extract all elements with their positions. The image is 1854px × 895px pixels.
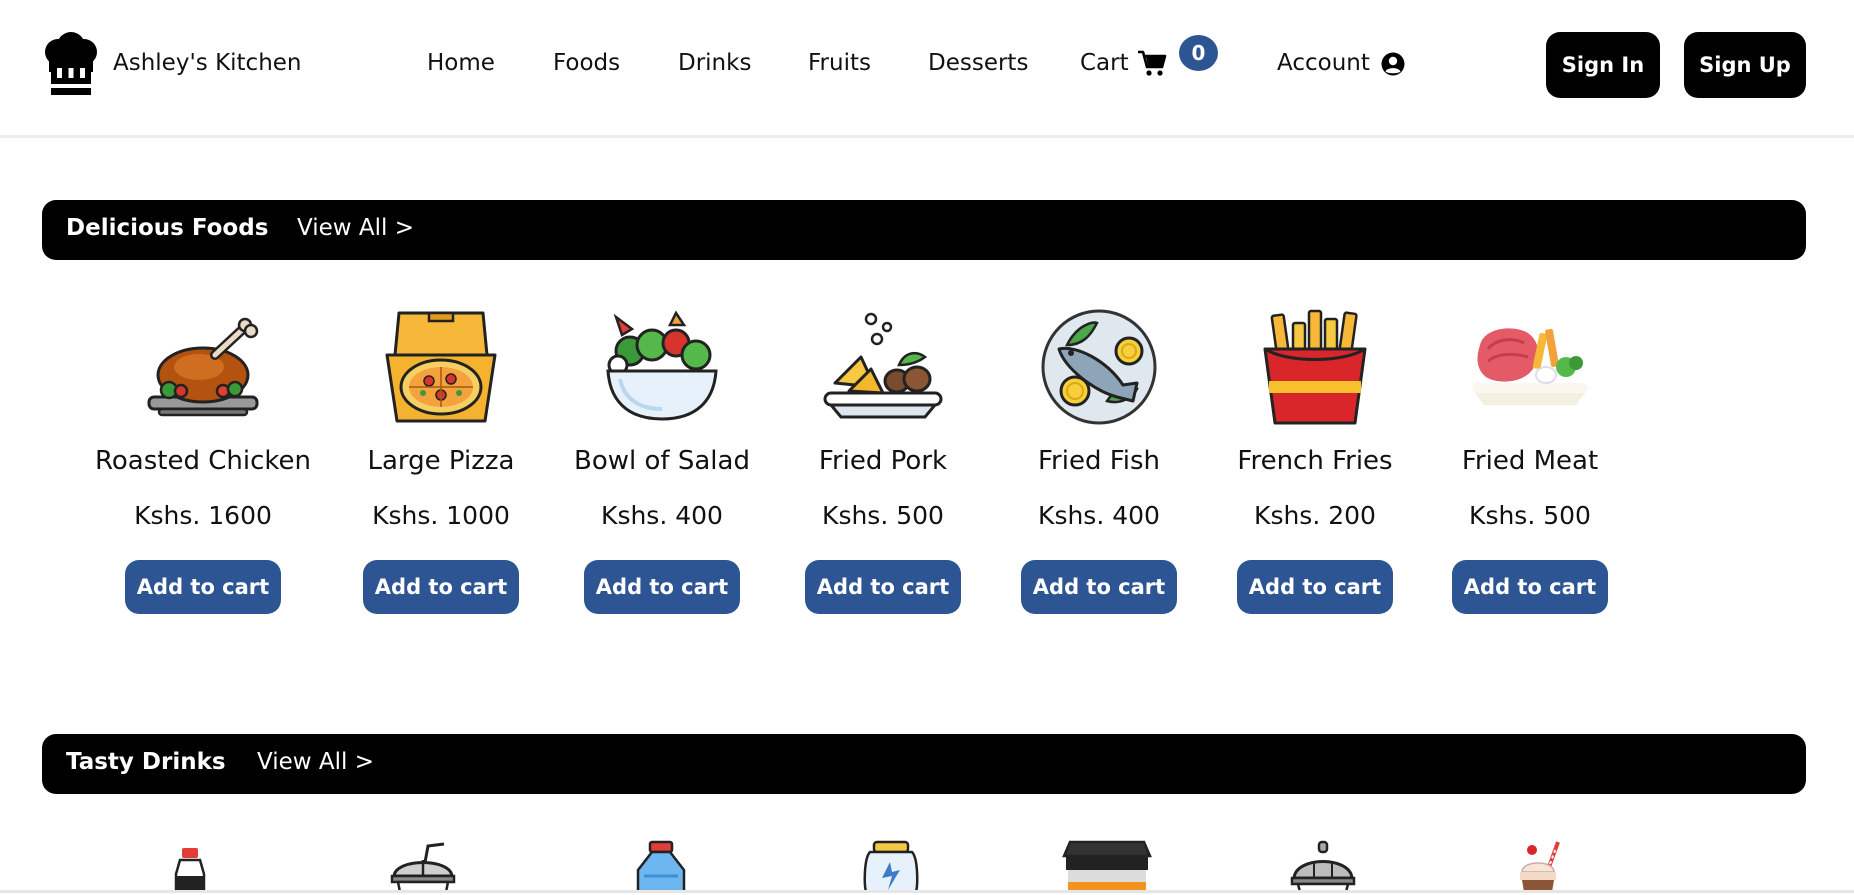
brand-name[interactable]: Ashley's Kitchen	[113, 50, 302, 76]
food-name: Fried Fish	[1037, 446, 1161, 476]
nav-home[interactable]: Home	[427, 50, 495, 76]
water-bottle-icon	[636, 840, 686, 892]
cart-count-badge: 0	[1179, 35, 1218, 71]
food-name: French Fries	[1237, 446, 1393, 476]
food-price: Kshs. 200	[1254, 501, 1376, 530]
food-price: Kshs. 1600	[134, 501, 272, 530]
add-to-cart-button[interactable]: Add to cart	[363, 560, 519, 614]
food-card: French Fries Kshs. 200 Add to cart	[1205, 305, 1425, 625]
user-circle-icon[interactable]	[1381, 52, 1405, 76]
nav-fruits[interactable]: Fruits	[808, 50, 871, 76]
energy-drink-icon	[863, 840, 919, 892]
food-name: Roasted Chicken	[95, 446, 311, 476]
salad-bowl-icon	[606, 310, 718, 421]
food-card: Bowl of Salad Kshs. 400 Add to cart	[552, 305, 772, 625]
fried-fish-icon	[1041, 309, 1157, 425]
coffee-cup-icon	[1062, 840, 1152, 892]
nav-desserts[interactable]: Desserts	[928, 50, 1028, 76]
roasted-chicken-icon	[147, 317, 259, 417]
food-card: Fried Pork Kshs. 500 Add to cart	[773, 305, 993, 625]
view-all-foods-link[interactable]: View All >	[297, 215, 414, 241]
add-to-cart-button[interactable]: Add to cart	[584, 560, 740, 614]
food-name: Fried Meat	[1461, 446, 1599, 476]
food-price: Kshs. 400	[601, 501, 723, 530]
food-card: Fried Meat Kshs. 500 Add to cart	[1420, 305, 1640, 625]
drinks-section-bar: Tasty Drinks View All >	[42, 734, 1806, 794]
shopping-cart-icon[interactable]	[1137, 49, 1167, 77]
chef-hat-icon	[45, 32, 97, 95]
fried-meat-icon	[1472, 328, 1588, 405]
food-price: Kshs. 1000	[372, 501, 510, 530]
add-to-cart-button[interactable]: Add to cart	[1237, 560, 1393, 614]
french-fries-icon	[1263, 309, 1367, 425]
milkshake-icon	[1520, 841, 1560, 892]
food-card: Large Pizza Kshs. 1000 Add to cart	[331, 305, 551, 625]
section-title-drinks: Tasty Drinks	[66, 749, 226, 775]
soda-bottle-icon	[174, 848, 206, 892]
food-price: Kshs. 500	[822, 501, 944, 530]
covered-cup-icon	[1290, 840, 1356, 892]
add-to-cart-button[interactable]: Add to cart	[125, 560, 281, 614]
section-title-foods: Delicious Foods	[66, 215, 269, 241]
food-price: Kshs. 500	[1469, 501, 1591, 530]
food-price: Kshs. 400	[1038, 501, 1160, 530]
page-divider	[0, 890, 1854, 893]
food-name: Large Pizza	[367, 446, 515, 476]
cup-with-straw-icon	[390, 842, 456, 892]
add-to-cart-button[interactable]: Add to cart	[1452, 560, 1608, 614]
fried-pork-icon	[823, 312, 943, 419]
site-header: Ashley's Kitchen Home Foods Drinks Fruit…	[0, 0, 1854, 138]
sign-in-button[interactable]: Sign In	[1546, 32, 1660, 98]
food-card: Fried Fish Kshs. 400 Add to cart	[989, 305, 1209, 625]
nav-foods[interactable]: Foods	[553, 50, 620, 76]
nav-cart[interactable]: Cart	[1080, 50, 1129, 76]
food-name: Bowl of Salad	[574, 446, 750, 476]
nav-account[interactable]: Account	[1277, 50, 1370, 76]
foods-section-bar: Delicious Foods View All >	[42, 200, 1806, 260]
food-name: Fried Pork	[818, 446, 948, 476]
sign-up-button[interactable]: Sign Up	[1684, 32, 1806, 98]
view-all-drinks-link[interactable]: View All >	[257, 749, 374, 775]
nav-drinks[interactable]: Drinks	[678, 50, 751, 76]
pizza-icon	[385, 311, 497, 423]
logo[interactable]	[40, 32, 102, 96]
add-to-cart-button[interactable]: Add to cart	[805, 560, 961, 614]
add-to-cart-button[interactable]: Add to cart	[1021, 560, 1177, 614]
food-card: Roasted Chicken Kshs. 1600 Add to cart	[93, 305, 313, 625]
